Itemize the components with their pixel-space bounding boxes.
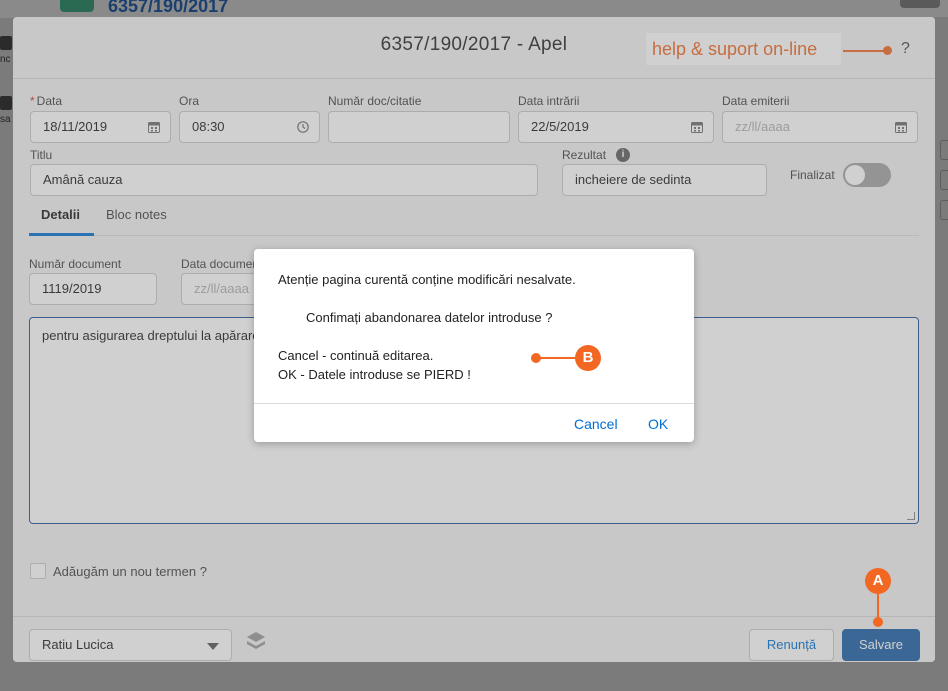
modal-footer: Ratiu Lucica Renunță Salvare	[13, 616, 935, 662]
data-field[interactable]: 18/11/2019	[30, 111, 171, 143]
record-icon	[60, 0, 94, 12]
background-side-label: sa	[0, 114, 11, 125]
calendar-icon	[0, 36, 12, 50]
background-strip-button	[940, 140, 948, 160]
info-icon[interactable]: i	[616, 148, 630, 162]
tab-bloc-notes[interactable]: Bloc notes	[106, 205, 167, 236]
user-select[interactable]: Ratiu Lucica	[29, 629, 232, 661]
callout-dot	[531, 353, 541, 363]
folder-icon	[0, 96, 12, 110]
callout-marker-b: B	[575, 345, 601, 371]
background-side-label: nc	[0, 54, 11, 65]
rezultat-field[interactable]: incheiere de sedinta	[562, 164, 767, 196]
data-intrarii-label: Data intrării	[518, 94, 580, 108]
save-button[interactable]: Salvare	[842, 629, 920, 661]
dialog-question: Confimați abandonarea datelor introduse …	[306, 310, 553, 325]
dialog-divider	[254, 403, 694, 404]
help-callout-label: help & suport on-line	[652, 39, 818, 59]
calendar-icon[interactable]	[148, 121, 160, 133]
numar-doc-label: Număr doc/citatie	[328, 94, 422, 108]
callout-marker-a: A	[865, 568, 891, 594]
calendar-icon[interactable]	[691, 121, 703, 133]
callout-dot	[883, 46, 892, 55]
callout-dot	[873, 617, 883, 627]
numar-document-field[interactable]: 1119/2019	[29, 273, 157, 305]
confirm-dialog: Atenție pagina curentă conține modificăr…	[254, 249, 694, 442]
new-term-checkbox[interactable]	[30, 563, 46, 579]
data-label: * Data	[30, 94, 63, 108]
background-right-strip	[935, 17, 948, 691]
required-marker: *	[30, 94, 35, 108]
titlu-field[interactable]: Amână cauza	[30, 164, 538, 196]
toggle-knob	[845, 165, 865, 185]
new-term-label: Adăugăm un nou termen ?	[53, 564, 207, 579]
modal-header: 6357/190/2017 - Apel help & suport on-li…	[13, 17, 935, 79]
finalizat-toggle[interactable]	[843, 163, 891, 187]
help-callout: help & suport on-line	[646, 33, 841, 65]
clock-icon[interactable]	[297, 121, 309, 133]
tab-detalii[interactable]: Detalii	[29, 205, 94, 236]
data-intrarii-field[interactable]: 22/5/2019	[518, 111, 714, 143]
help-button[interactable]: ?	[901, 40, 910, 58]
chevron-down-icon	[207, 643, 219, 650]
tab-bar: Detalii Bloc notes	[29, 205, 919, 236]
numar-doc-field[interactable]	[328, 111, 510, 143]
background-strip-button	[940, 200, 948, 220]
numar-document-label: Număr document	[29, 257, 122, 271]
resize-handle[interactable]	[907, 512, 915, 520]
stack-icon[interactable]	[245, 630, 267, 652]
background-strip-button	[940, 170, 948, 190]
ora-label: Ora	[179, 94, 200, 108]
cancel-button[interactable]: Renunță	[749, 629, 834, 661]
background-control	[900, 0, 940, 8]
finalizat-label: Finalizat	[790, 168, 835, 182]
callout-line	[843, 50, 887, 52]
rezultat-label: Rezultat	[562, 148, 607, 162]
data-emiterii-field[interactable]: zz/ll/aaaa	[722, 111, 918, 143]
dialog-cancel-button[interactable]: Cancel	[574, 416, 618, 432]
titlu-label: Titlu	[30, 148, 53, 162]
dialog-cancel-hint: Cancel - continuă editarea.	[278, 348, 434, 363]
ora-field[interactable]: 08:30	[179, 111, 320, 143]
dialog-ok-button[interactable]: OK	[648, 416, 668, 432]
dialog-message: Atenție pagina curentă conține modificăr…	[278, 272, 576, 287]
calendar-icon[interactable]	[895, 121, 907, 133]
background-record-title: 6357/190/2017	[108, 0, 229, 16]
dialog-ok-hint: OK - Datele introduse se PIERD !	[278, 367, 471, 382]
data-emiterii-label: Data emiterii	[722, 94, 790, 108]
